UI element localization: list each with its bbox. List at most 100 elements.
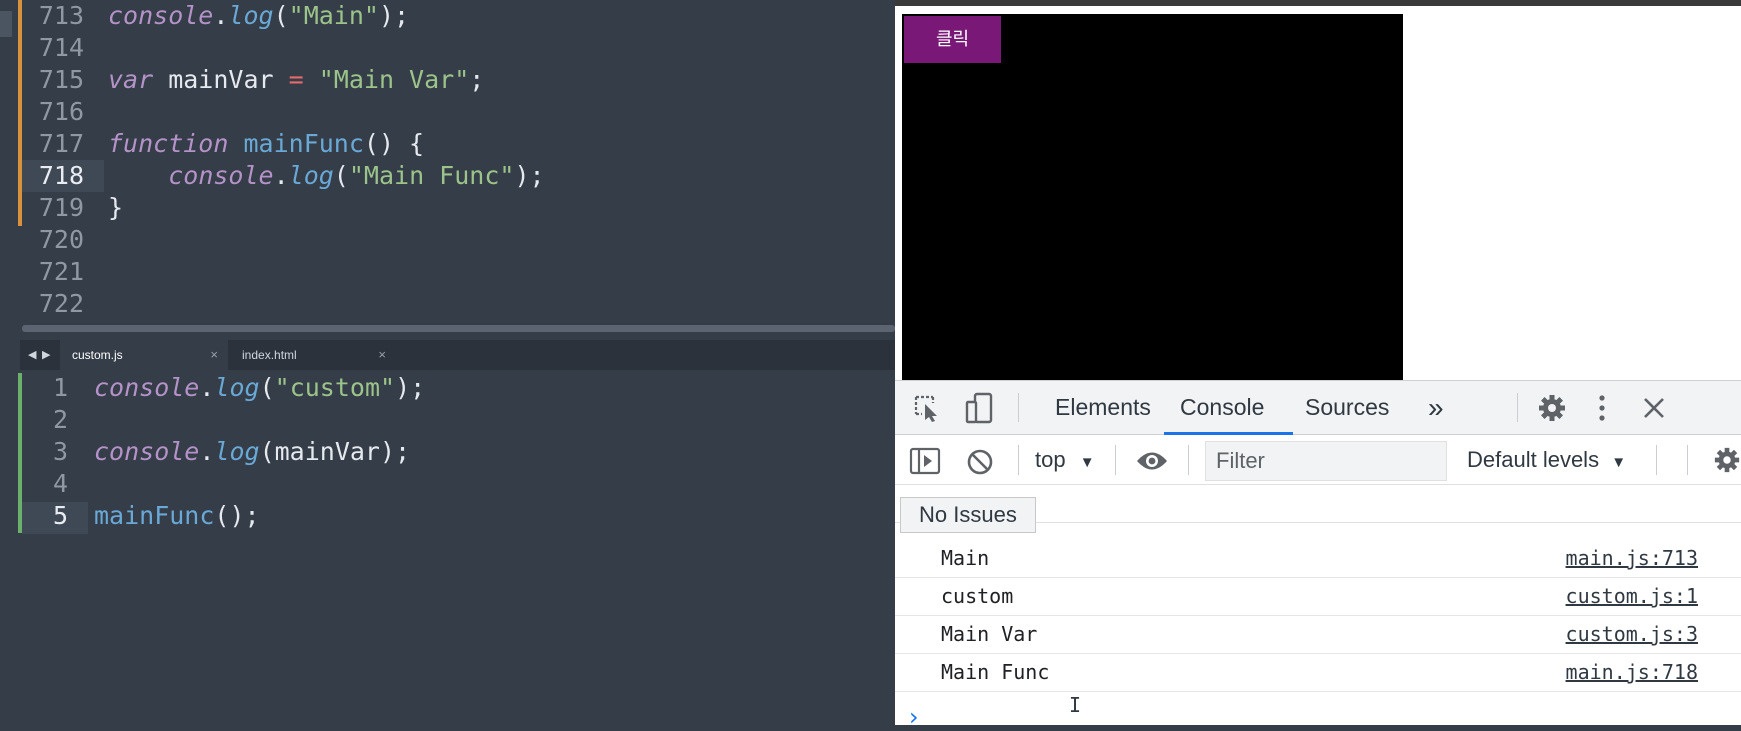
clear-console-icon[interactable]	[966, 448, 994, 476]
code-line[interactable]: var mainVar = "Main Var";	[108, 64, 484, 96]
line-number: 720	[38, 225, 84, 254]
toolbar-divider	[1687, 445, 1688, 475]
code-line[interactable]: mainFunc();	[94, 500, 260, 532]
code-token: log	[228, 1, 274, 30]
code-line[interactable]: function mainFunc() {	[108, 128, 424, 160]
devtools-panel: Elements Console Sources » top ▼ Filter …	[895, 380, 1741, 731]
toolbar-divider	[1018, 445, 1019, 475]
tab-label: custom.js	[72, 348, 123, 362]
code-token: .	[213, 1, 229, 30]
filter-placeholder: Filter	[1216, 448, 1265, 473]
code-token: console	[94, 437, 200, 466]
line-number: 714	[38, 33, 84, 62]
bottom-editor-pane[interactable]: 1 console.log("custom"); 2 3 console.log(mai…	[0, 372, 895, 725]
code-token: "Main Func"	[348, 161, 515, 190]
tab-sources[interactable]: Sources	[1305, 380, 1389, 435]
code-editor[interactable]: 713 console.log("Main"); 714 715 var mainVar…	[0, 0, 895, 725]
top-editor-pane[interactable]: 713 console.log("Main"); 714 715 var mainVar…	[0, 0, 895, 322]
source-link[interactable]: main.js:713	[1566, 540, 1698, 577]
text-cursor-icon: I	[1069, 693, 1082, 717]
code-token: (	[333, 161, 349, 190]
console-row: Main main.js:713	[895, 540, 1741, 578]
more-options-icon[interactable]	[1595, 394, 1609, 422]
no-issues-button[interactable]: No Issues	[900, 497, 1036, 533]
code-token: mainFunc	[94, 501, 215, 530]
tab-prev-arrow-icon[interactable]: ◀	[28, 340, 36, 370]
toolbar-divider	[1517, 393, 1518, 422]
sidebar-toggle-icon[interactable]	[909, 447, 941, 475]
code-token: ();	[214, 501, 260, 530]
settings-gear-icon[interactable]	[1537, 393, 1567, 423]
close-icon[interactable]: ×	[210, 340, 218, 370]
horizontal-scrollbar[interactable]	[22, 325, 895, 332]
code-line[interactable]: console.log("Main");	[108, 0, 409, 32]
device-toolbar-icon[interactable]	[965, 392, 993, 424]
toolbar-divider	[1656, 445, 1657, 475]
more-tabs-icon[interactable]: »	[1428, 380, 1444, 435]
inspect-element-icon[interactable]	[913, 394, 943, 422]
line-number: 715	[38, 65, 84, 94]
code-token: log	[214, 373, 260, 402]
console-message: Main	[941, 546, 990, 570]
source-link[interactable]: custom.js:1	[1566, 578, 1698, 615]
line-number: 4	[52, 469, 68, 498]
black-canvas	[902, 14, 1403, 380]
code-token: console	[94, 373, 200, 402]
code-token: "Main"	[288, 1, 379, 30]
console-message: Main Var	[941, 622, 1038, 646]
code-token: "Main Var"	[318, 65, 470, 94]
tab-next-arrow-icon[interactable]: ▶	[42, 340, 50, 370]
click-button[interactable]: 클릭	[904, 16, 1001, 63]
file-tab-bar: ◀ ▶ custom.js × index.html ×	[20, 340, 895, 370]
code-line[interactable]: }	[108, 192, 123, 224]
tab-console[interactable]: Console	[1180, 380, 1264, 435]
code-token: ;	[469, 65, 485, 94]
log-levels-dropdown[interactable]: Default levels ▼	[1467, 435, 1626, 485]
chevron-down-icon: ▼	[1611, 454, 1627, 471]
close-devtools-icon[interactable]	[1642, 396, 1666, 420]
context-selector[interactable]: top ▼	[1035, 435, 1095, 485]
close-icon[interactable]: ×	[378, 340, 386, 370]
chevron-down-icon: ▼	[1079, 454, 1095, 471]
code-token: );	[378, 1, 410, 30]
code-token: () {	[363, 129, 425, 158]
tab-custom-js[interactable]: custom.js ×	[60, 340, 228, 370]
line-number: 719	[38, 193, 84, 222]
filter-input[interactable]: Filter	[1205, 441, 1447, 481]
source-link[interactable]: custom.js:3	[1566, 616, 1698, 653]
code-token: (	[273, 1, 289, 30]
code-line[interactable]: console.log("Main Func");	[108, 160, 544, 192]
tab-label: index.html	[242, 348, 297, 362]
live-expression-eye-icon[interactable]	[1135, 450, 1169, 472]
code-token: console	[108, 1, 214, 30]
console-row: Main Func main.js:718	[895, 654, 1741, 692]
code-line[interactable]: console.log(mainVar);	[94, 436, 410, 468]
code-token: );	[395, 373, 426, 402]
tab-index-html[interactable]: index.html ×	[228, 340, 396, 370]
code-token: .	[199, 373, 215, 402]
line-number: 718	[38, 161, 84, 190]
console-message: custom	[941, 584, 1014, 608]
code-token: .	[199, 437, 215, 466]
code-token: .	[273, 161, 289, 190]
console-row: Main Var custom.js:3	[895, 616, 1741, 654]
code-line[interactable]: console.log("custom");	[94, 372, 425, 404]
line-number: 3	[52, 437, 68, 466]
line-number: 717	[38, 129, 84, 158]
line-number: 716	[38, 97, 84, 126]
context-label: top	[1035, 447, 1066, 472]
code-token: log	[288, 161, 334, 190]
line-number: 722	[38, 289, 84, 318]
console-settings-gear-icon[interactable]	[1713, 446, 1741, 474]
tab-elements[interactable]: Elements	[1055, 380, 1151, 435]
toolbar-divider	[1115, 445, 1116, 475]
console-prompt-caret-icon[interactable]: ›	[909, 703, 919, 731]
console-row: custom custom.js:1	[895, 578, 1741, 616]
code-token: }	[108, 193, 124, 222]
source-link[interactable]: main.js:718	[1566, 654, 1698, 691]
line-number: 1	[52, 373, 68, 402]
code-token: mainFunc	[243, 129, 364, 158]
